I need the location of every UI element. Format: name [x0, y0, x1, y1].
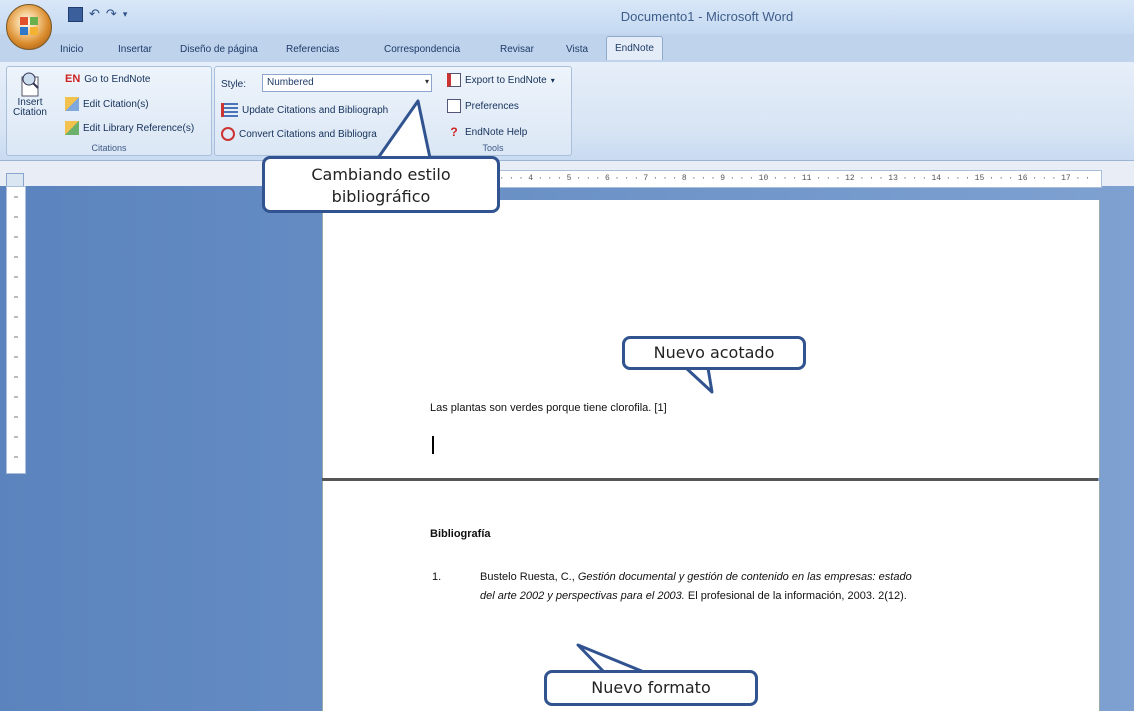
vertical-ruler[interactable]: [6, 186, 26, 474]
vertical-ruler-ticks: [14, 196, 18, 458]
insert-citation-icon: [21, 72, 39, 97]
edit-citations-button[interactable]: Edit Citation(s): [65, 97, 149, 111]
help-icon: ?: [450, 125, 458, 139]
callout-new-format: Nuevo formato: [544, 670, 758, 706]
in-text-citation: [1]: [654, 402, 667, 414]
body-sentence: Las plantas son verdes porque tiene clor…: [430, 402, 652, 414]
entry-author: Bustelo Ruesta, C.,: [480, 571, 578, 583]
title-bar: ↶ ↷ ▾ Documento1 - Microsoft Word: [0, 0, 1134, 34]
style-dropdown-value: Numbered: [267, 77, 314, 88]
endnote-logo-icon: EN: [65, 73, 81, 85]
horizontal-ruler[interactable]: · · · 3 · · · 4 · · · 5 · · · 6 · · · 7 …: [460, 170, 1102, 188]
endnote-help-button[interactable]: ? EndNote Help: [447, 125, 527, 139]
callout-style-change-line2: bibliográfico: [331, 187, 431, 206]
insert-citation-label: Insert Citation: [13, 97, 47, 118]
convert-citations-label: Convert Citations and Bibliogra: [239, 128, 377, 140]
edit-pencil-icon: [65, 97, 79, 111]
entry-source: El profesional de la información, 2003. …: [684, 590, 907, 602]
callout-new-citation: Nuevo acotado: [622, 336, 806, 370]
entry-title-part2: del arte 2002 y perspectivas para el 200…: [480, 590, 685, 602]
preferences-label: Preferences: [465, 100, 519, 112]
tab-referencias[interactable]: Referencias: [286, 44, 339, 55]
citations-group: Insert Citation EN Go to EndNote Edit Ci…: [6, 66, 212, 156]
export-icon: [447, 73, 461, 87]
update-citations-button[interactable]: Update Citations and Bibliograph: [221, 103, 388, 117]
callout-style-change: Cambiando estilo bibliográfico: [262, 156, 500, 213]
bibliography-entry-line-2: del arte 2002 y perspectivas para el 200…: [480, 590, 907, 602]
tab-diseno-pagina[interactable]: Diseño de página: [180, 44, 258, 55]
office-button[interactable]: [6, 4, 52, 50]
preferences-button[interactable]: Preferences: [447, 99, 519, 113]
tab-revisar[interactable]: Revisar: [500, 44, 534, 55]
tab-endnote[interactable]: EndNote: [606, 36, 663, 60]
style-label: Style:: [221, 79, 247, 90]
endnote-help-label: EndNote Help: [465, 126, 528, 138]
tab-insertar[interactable]: Insertar: [118, 44, 152, 55]
chevron-down-icon: ▾: [424, 77, 429, 86]
body-paragraph: Las plantas son verdes porque tiene clor…: [430, 402, 667, 414]
chevron-down-icon: ▾: [550, 75, 555, 85]
convert-icon: [221, 127, 235, 141]
text-cursor: [432, 436, 434, 454]
tab-correspondencia[interactable]: Correspondencia: [384, 44, 460, 55]
window-title: Documento1 - Microsoft Word: [620, 9, 794, 24]
entry-title-part1: Gestión documental y gestión de contenid…: [577, 571, 912, 583]
callout-style-change-line1: Cambiando estilo: [311, 165, 451, 184]
edit-library-reference-label: Edit Library Reference(s): [83, 122, 195, 134]
edit-library-reference-button[interactable]: Edit Library Reference(s): [65, 121, 194, 135]
tab-vista[interactable]: Vista: [566, 44, 588, 55]
bibliography-heading: Bibliografía: [430, 528, 491, 540]
bibliography-entry-number: 1.: [432, 571, 442, 583]
citations-group-label: Citations: [91, 143, 127, 153]
export-to-endnote-label: Export to EndNote: [465, 74, 547, 86]
go-to-endnote-label: Go to EndNote: [84, 73, 151, 85]
office-logo-icon: [20, 17, 38, 35]
export-to-endnote-button[interactable]: Export to EndNote ▾: [447, 73, 555, 87]
update-list-icon: [221, 103, 238, 117]
preferences-icon: [447, 99, 461, 113]
ribbon: Insert Citation EN Go to EndNote Edit Ci…: [0, 62, 1134, 161]
insert-citation-button[interactable]: Insert Citation: [11, 71, 49, 118]
edit-citations-label: Edit Citation(s): [83, 98, 149, 110]
update-citations-label: Update Citations and Bibliograph: [242, 104, 389, 116]
ribbon-tabs: Inicio Insertar Diseño de página Referen…: [0, 34, 1134, 62]
bibliography-entry-line-1: Bustelo Ruesta, C., Gestión documental y…: [480, 571, 912, 583]
tools-group-label: Tools: [482, 143, 504, 153]
style-dropdown[interactable]: Numbered ▾: [262, 74, 432, 92]
tab-inicio[interactable]: Inicio: [60, 44, 83, 55]
go-to-endnote-button[interactable]: EN Go to EndNote: [65, 73, 150, 85]
edit-library-icon: [65, 121, 79, 135]
convert-citations-button[interactable]: Convert Citations and Bibliogra: [221, 127, 377, 141]
